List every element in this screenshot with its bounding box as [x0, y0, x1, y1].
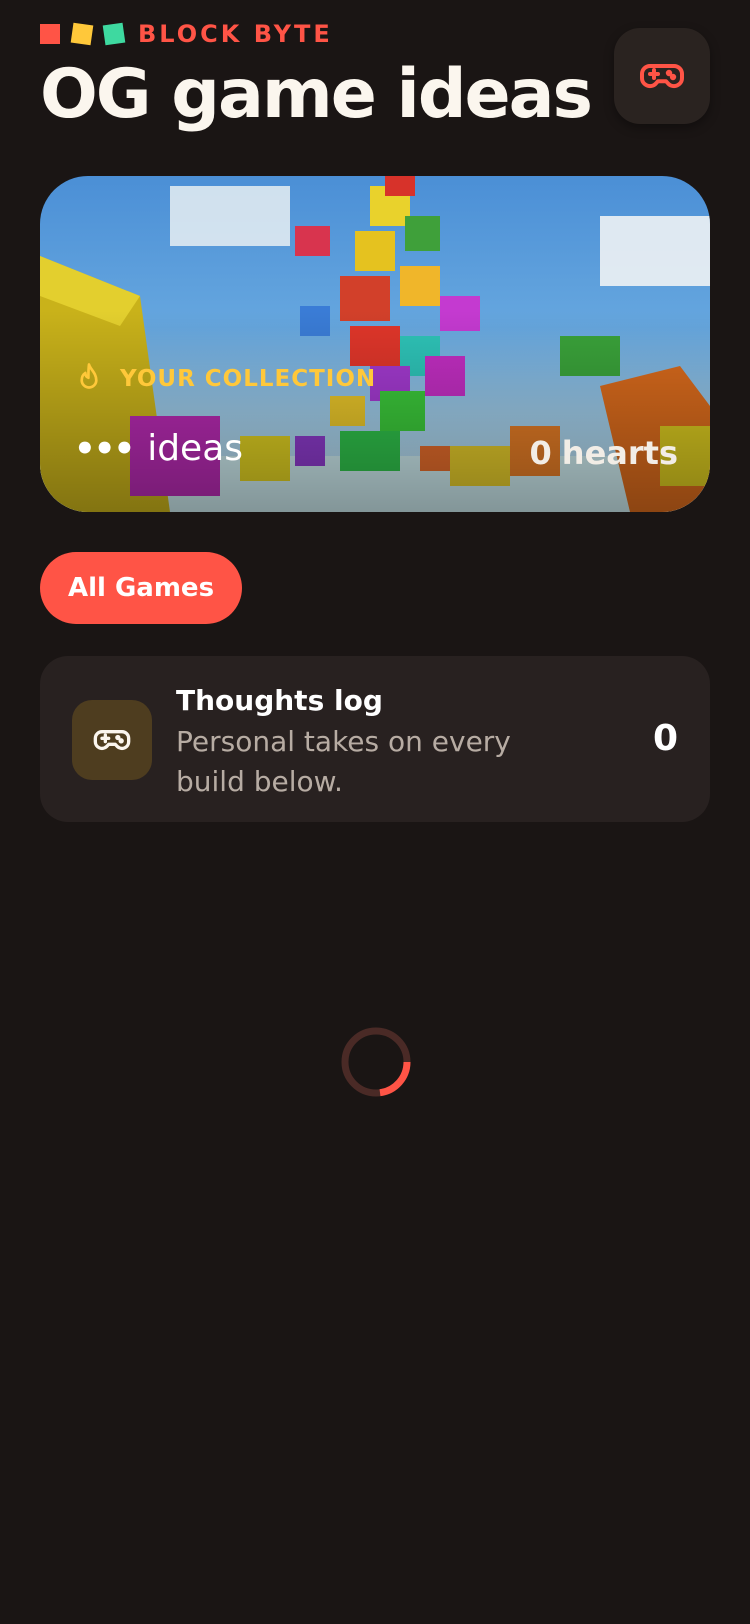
gamepad-icon [639, 64, 685, 89]
flame-icon [80, 363, 98, 389]
card-description: Personal takes on every build below. [176, 725, 511, 798]
loading-spinner [341, 1027, 411, 1097]
green-block-icon [102, 22, 126, 46]
ideas-label: ideas [147, 428, 244, 469]
hearts-count: 0 [529, 434, 552, 472]
ideas-count: ••• [74, 428, 135, 469]
card-title: Thoughts log [176, 684, 383, 717]
card-count: 0 [652, 718, 678, 759]
thoughts-log-card[interactable]: Thoughts log Personal takes on every bui… [40, 656, 710, 822]
filter-all-games[interactable]: All Games [40, 552, 242, 624]
games-button[interactable] [614, 28, 710, 124]
brand-name: BLOCK BYTE [138, 20, 333, 48]
brand-logo: BLOCK BYTE [40, 20, 333, 48]
yellow-block-icon [70, 22, 94, 46]
hearts-stat: 0 hearts [530, 434, 678, 472]
hearts-label: hearts [561, 434, 678, 472]
card-icon-container [72, 700, 152, 780]
collection-header: YOUR COLLECTION [74, 362, 376, 396]
red-block-icon [40, 24, 60, 44]
gamepad-icon [93, 730, 131, 751]
page-title: OG game ideas [40, 55, 593, 134]
collection-label: YOUR COLLECTION [120, 366, 377, 392]
collection-hero-card[interactable]: YOUR COLLECTION ••• ideas 0 hearts [40, 176, 710, 512]
ideas-stat: ••• ideas [74, 428, 243, 469]
